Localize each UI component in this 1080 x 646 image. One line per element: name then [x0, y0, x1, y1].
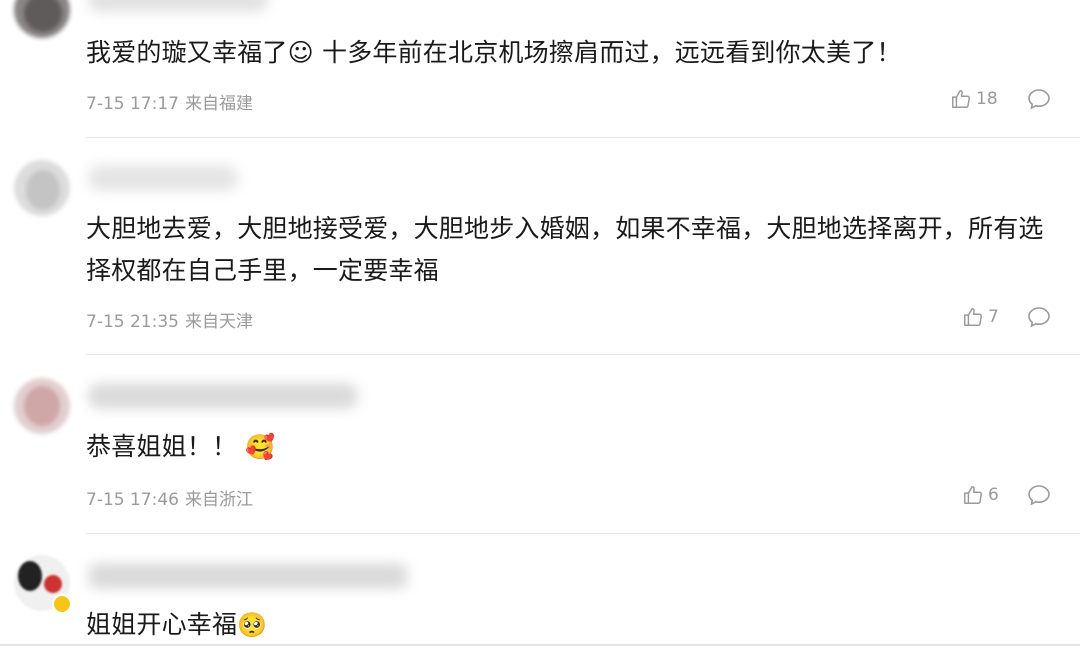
reply-button[interactable] — [1027, 484, 1051, 506]
comment-text-body: 恭喜姐姐！！ — [86, 432, 238, 461]
comment-location: 来自浙江 — [184, 490, 253, 510]
like-button[interactable]: 6 — [962, 484, 999, 506]
smiling-face-hearts-icon: 🥰 — [245, 433, 276, 461]
like-count: 7 — [988, 307, 999, 327]
comment-time: 7-15 17:46 — [86, 490, 179, 510]
comment-bubble-icon — [1027, 88, 1051, 110]
comment-time: 7-15 21:35 — [86, 312, 179, 332]
thumbs-up-icon — [950, 88, 972, 110]
comment-location: 来自天津 — [184, 312, 253, 332]
comment-meta: 7-15 21:35 来自天津 — [86, 307, 253, 332]
comment-location: 来自福建 — [184, 94, 253, 114]
thumbs-up-icon — [962, 484, 984, 506]
comment-text: 我爱的璇又幸福了☺ 十多年前在北京机场擦肩而过，远远看到你太美了！ — [86, 38, 902, 67]
username-blurred[interactable] — [88, 0, 268, 12]
username-blurred[interactable] — [88, 165, 238, 191]
comment-text-body: 姐姐开心幸福 — [86, 610, 238, 639]
avatar[interactable] — [14, 0, 70, 38]
username-blurred[interactable] — [88, 563, 408, 589]
like-count: 18 — [976, 89, 998, 109]
username-blurred[interactable] — [88, 383, 358, 409]
comment-meta: 7-15 17:17 来自福建 — [86, 89, 253, 114]
pleading-face-icon: 🥺 — [237, 611, 268, 639]
comment-text: 大胆地去爱，大胆地接受爱，大胆地步入婚姻，如果不幸福，大胆地选择离开，所有选择权… — [86, 214, 1044, 285]
avatar[interactable] — [14, 160, 70, 216]
like-button[interactable]: 7 — [962, 306, 999, 328]
comment-time: 7-15 17:17 — [86, 94, 179, 114]
comment-text: 恭喜姐姐！！ 🥰 — [86, 426, 1056, 468]
divider — [86, 354, 1080, 355]
reply-button[interactable] — [1027, 306, 1051, 328]
like-button[interactable]: 18 — [950, 88, 998, 110]
avatar[interactable] — [14, 378, 70, 434]
verified-badge-icon — [52, 594, 72, 614]
like-count: 6 — [988, 485, 999, 505]
divider — [86, 137, 1080, 138]
comment-text: 姐姐开心幸福🥺 — [86, 604, 1056, 646]
divider — [86, 533, 1080, 534]
reply-button[interactable] — [1027, 88, 1051, 110]
comment-meta: 7-15 17:46 来自浙江 — [86, 485, 253, 510]
comment-bubble-icon — [1027, 484, 1051, 506]
comment-bubble-icon — [1027, 306, 1051, 328]
thumbs-up-icon — [962, 306, 984, 328]
